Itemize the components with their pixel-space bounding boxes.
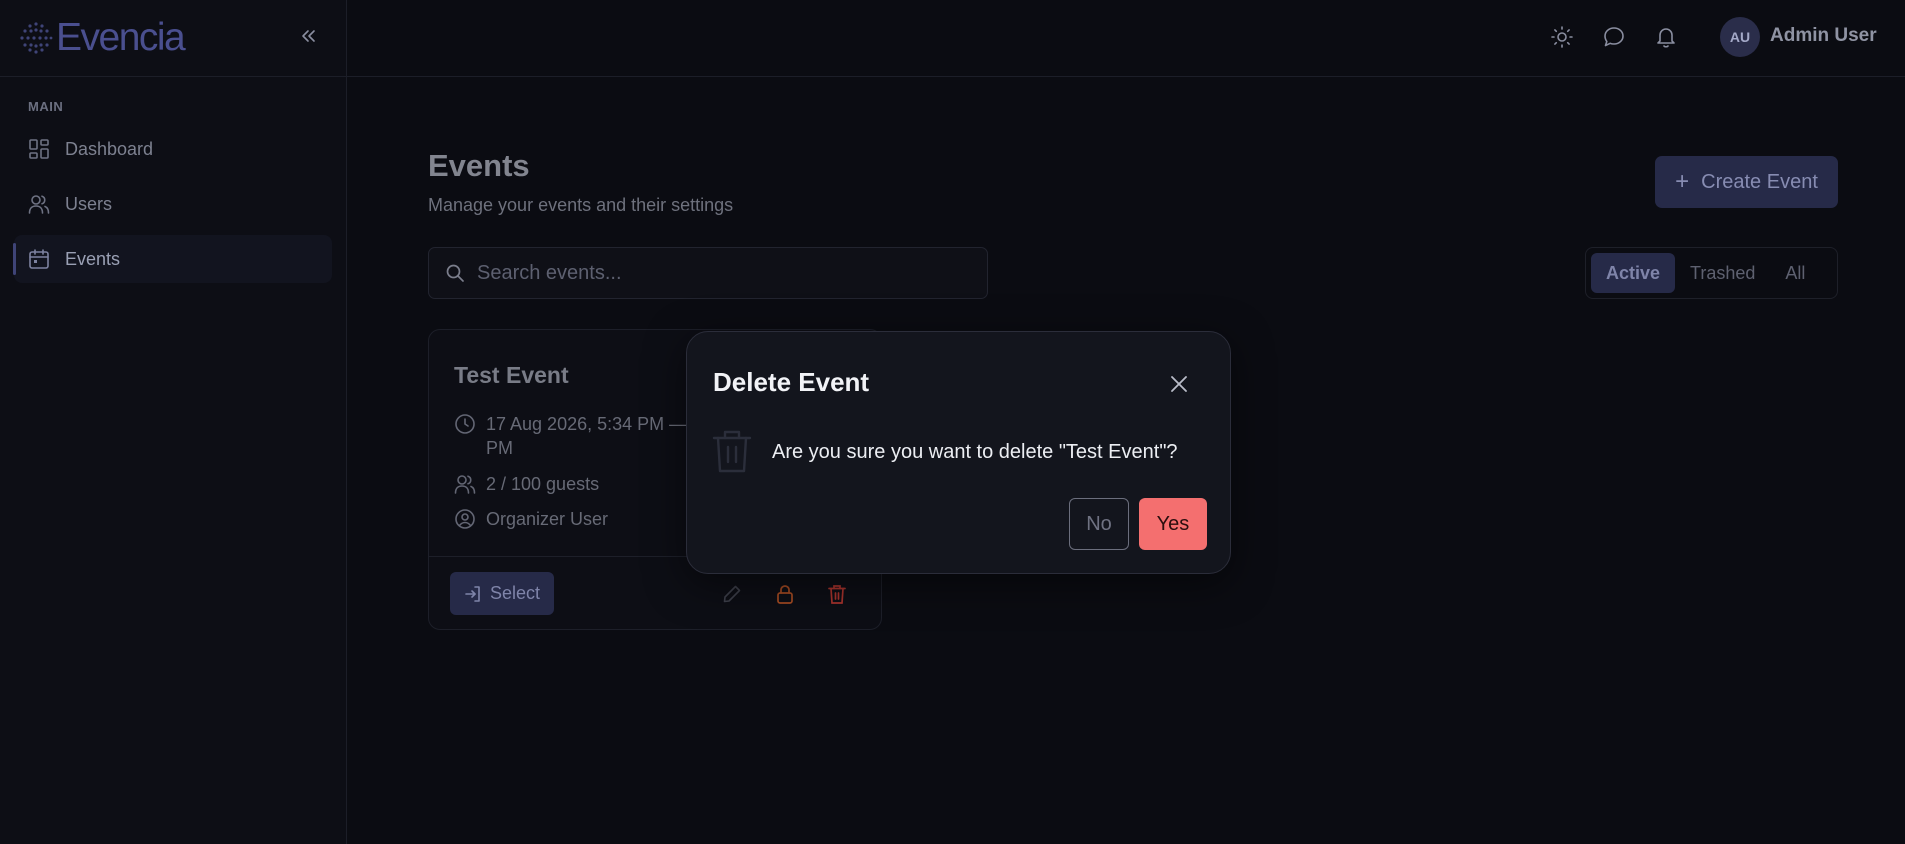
trash-icon [712, 430, 752, 473]
close-icon[interactable] [1167, 372, 1191, 396]
no-button[interactable]: No [1069, 498, 1129, 550]
yes-button[interactable]: Yes [1139, 498, 1207, 550]
delete-event-dialog: Delete Event Are you sure you want to de… [686, 331, 1231, 574]
dialog-message: Are you sure you want to delete "Test Ev… [772, 441, 1178, 463]
dialog-title: Delete Event [713, 367, 870, 397]
